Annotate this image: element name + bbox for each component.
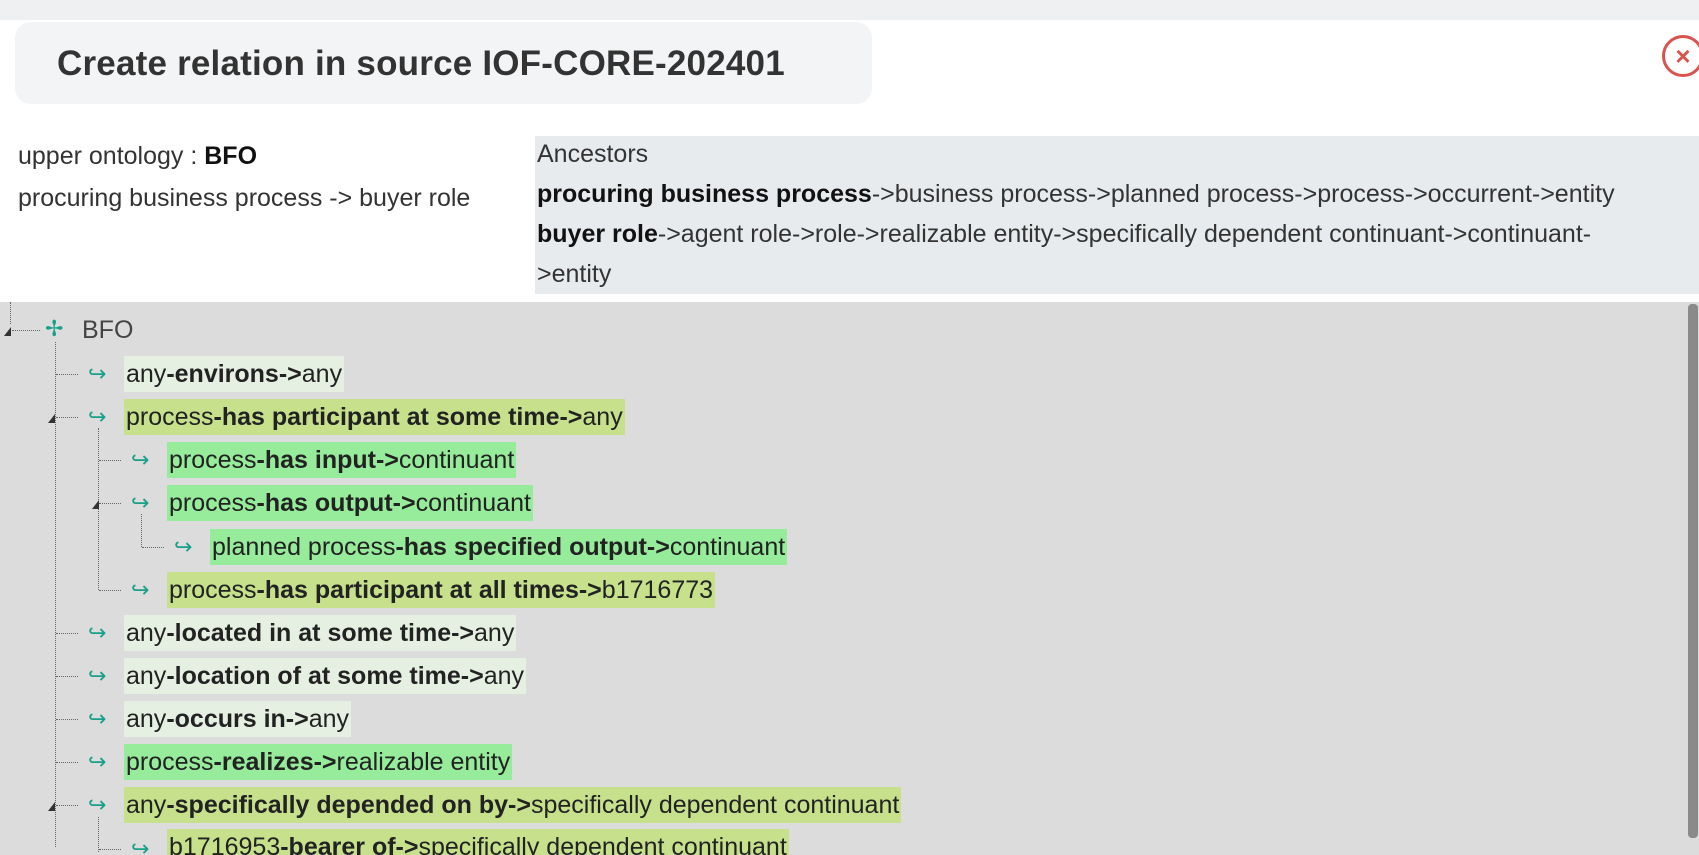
relation-icon: ↪ [174,534,193,559]
relation-icon: ↪ [88,792,107,817]
tree-node-label: process-has participant at all times->b1… [167,572,716,608]
tree-node-label: any-specifically depended on by->specifi… [124,787,902,823]
collapse-arrow-icon[interactable] [92,500,99,509]
tree-node[interactable]: planned process-has specified output->co… [210,529,788,565]
tree-node[interactable]: process-has participant at some time->an… [124,399,625,435]
tree-node[interactable]: any-location of at some time->any [124,658,527,694]
tree-connector [141,514,142,547]
tree-node-label: process-has output->continuant [167,485,533,521]
tree-node-label: any-occurs in->any [124,701,352,737]
tree-connector [56,633,78,634]
root-ontology-icon: ✢ [45,316,64,341]
ancestors-line-2: buyer role->agent role->role->realizable… [537,216,1699,256]
ancestors-heading: Ancestors [537,140,649,168]
relation-icon: ↪ [131,577,150,602]
tree-node[interactable]: any-occurs in->any [124,701,352,737]
tree-node-label: b1716953-bearer of->specifically depende… [167,829,789,855]
tree-root-bfo[interactable]: BFO [80,312,135,348]
relation-icon: ↪ [88,706,107,731]
relation-icon: ↪ [131,490,150,515]
upper-ontology-label: upper ontology : [18,142,205,170]
relation-icon: ↪ [88,404,107,429]
tree-node-label: process-realizes->realizable entity [124,744,513,780]
relation-icon: ↪ [88,361,107,386]
ancestors-panel: Ancestors procuring business process->bu… [535,136,1699,294]
tree-connector [56,762,78,763]
scrollbar-thumb[interactable] [1688,304,1698,838]
tree-scrollbar[interactable] [1684,302,1699,855]
ancestor-target-chain: ->agent role->role->realizable entity->s… [657,220,1592,248]
tree-connector [10,302,11,324]
tree-root-label: BFO [82,316,134,344]
tree-node[interactable]: b1716953-bearer of->specifically depende… [167,829,789,855]
ancestors-line-1: procuring business process->business pro… [537,176,1699,216]
relation-tree: ✢ BFO ↪ any-environs->any ↪ process-has … [0,302,1699,855]
tree-connector [142,547,164,548]
tree-connector [56,805,78,806]
top-strip [0,0,1699,20]
relation-icon: ↪ [131,836,150,855]
tree-node-label: process-has input->continuant [167,442,517,478]
relation-info: upper ontology : BFO procuring business … [18,140,470,224]
close-icon[interactable]: × [1662,35,1699,77]
tree-node[interactable]: process-has output->continuant [167,485,533,521]
tree-connector [99,503,121,504]
upper-ontology-value: BFO [204,142,258,170]
upper-ontology-line: upper ontology : BFO [18,140,470,182]
tree-node[interactable]: any-located in at some time->any [124,615,517,651]
tree-connector [98,428,99,590]
tree-connector [12,330,40,331]
relation-icon: ↪ [131,447,150,472]
tree-connector [99,849,121,850]
dialog-title: Create relation in source IOF-CORE-20240… [57,44,785,83]
tree-connector [56,374,78,375]
tree-connector [98,817,99,852]
relation-icon: ↪ [88,749,107,774]
tree-node-label: process-has participant at some time->an… [124,399,625,435]
dialog-title-box: Create relation in source IOF-CORE-20240… [15,22,872,104]
collapse-arrow-icon[interactable] [48,802,55,811]
tree-node-label: any-location of at some time->any [124,658,527,694]
tree-node[interactable]: any-environs->any [124,356,345,392]
collapse-arrow-icon[interactable] [4,327,11,336]
tree-node-label: planned process-has specified output->co… [210,529,788,565]
relation-icon: ↪ [88,620,107,645]
tree-connector [56,719,78,720]
ancestors-line-3: >entity [537,260,612,288]
ancestor-source-chain: ->business process->planned process->pro… [871,180,1615,208]
ancestor-target-bold: buyer role [537,220,658,248]
tree-node[interactable]: process-realizes->realizable entity [124,744,513,780]
relation-path: procuring business process -> buyer role [18,184,471,212]
tree-node[interactable]: process-has participant at all times->b1… [167,572,716,608]
tree-node-label: any-environs->any [124,356,345,392]
tree-node[interactable]: any-specifically depended on by->specifi… [124,787,902,823]
tree-node[interactable]: process-has input->continuant [167,442,517,478]
tree-connector [56,676,78,677]
tree-connector [56,417,78,418]
relation-icon: ↪ [88,663,107,688]
tree-connector [99,590,121,591]
tree-node-label: any-located in at some time->any [124,615,517,651]
collapse-arrow-icon[interactable] [48,414,55,423]
ancestor-source-bold: procuring business process [537,180,872,208]
tree-connector [99,460,121,461]
